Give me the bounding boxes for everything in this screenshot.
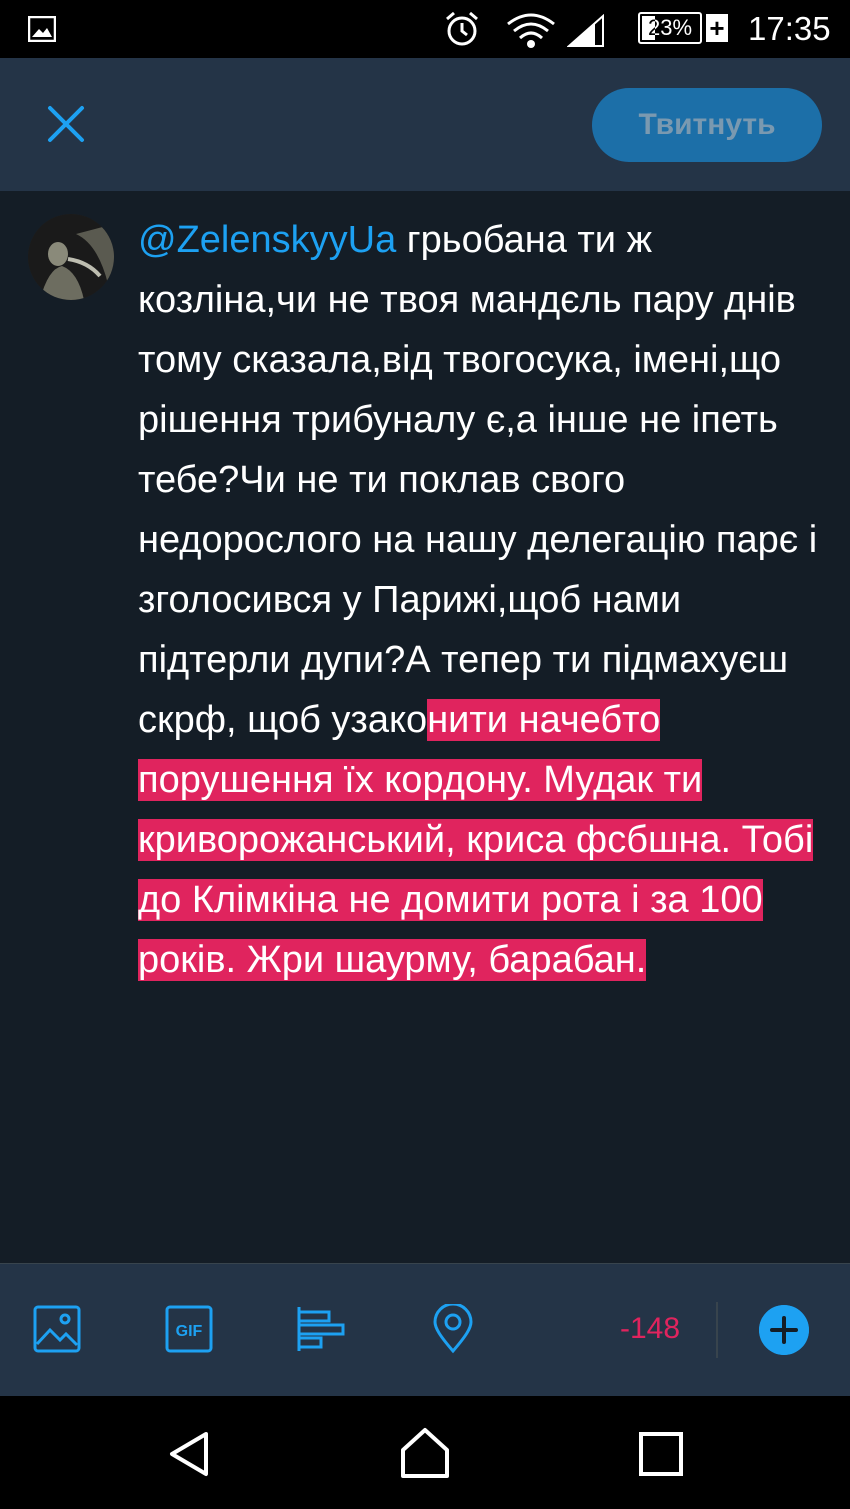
tweet-text-over-limit: нити начебто порушення їх кордону. Мудак… <box>138 699 814 981</box>
mention[interactable]: @ZelenskyyUa <box>138 219 396 261</box>
location-icon[interactable] <box>428 1304 478 1354</box>
navigation-bar <box>0 1396 850 1509</box>
status-bar: 23% + 17:35 <box>0 0 850 58</box>
back-icon[interactable] <box>162 1426 218 1482</box>
add-tweet-icon[interactable] <box>759 1305 809 1355</box>
close-icon[interactable] <box>40 98 92 150</box>
tweet-text-within-limit: грьобана ти ж козліна,чи не твоя мандєль… <box>138 219 818 741</box>
compose-toolbar <box>0 1263 850 1396</box>
signal-icon <box>567 14 604 47</box>
svg-text:GIF: GIF <box>176 1323 203 1340</box>
toolbar-divider <box>716 1302 718 1358</box>
wifi-icon <box>507 13 555 48</box>
gif-icon[interactable]: GIF <box>164 1304 214 1354</box>
avatar-image <box>28 214 114 300</box>
home-icon[interactable] <box>397 1426 453 1482</box>
image-icon[interactable] <box>32 1304 82 1354</box>
gallery-icon <box>28 16 56 42</box>
tweet-button[interactable]: Твитнуть <box>592 88 822 162</box>
clock: 17:35 <box>748 10 831 47</box>
character-counter: -148 <box>619 1312 680 1345</box>
tweet-text-input[interactable]: @ZelenskyyUa грьобана ти ж козліна,чи не… <box>138 210 828 990</box>
alarm-icon <box>446 11 478 46</box>
battery-percent: 23% <box>647 15 693 40</box>
avatar <box>28 214 114 300</box>
battery-icon: 23% <box>638 12 702 44</box>
recents-icon[interactable] <box>633 1426 689 1482</box>
charging-icon: + <box>706 14 728 42</box>
poll-icon[interactable] <box>296 1304 346 1354</box>
